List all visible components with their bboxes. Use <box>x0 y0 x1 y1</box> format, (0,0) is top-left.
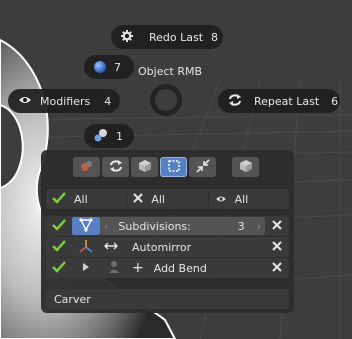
filter-label: All <box>74 192 88 206</box>
modifiers-button[interactable]: Modifiers 4 <box>8 89 120 113</box>
list-item: ‹ Subdivisions: 3 › <box>46 216 289 236</box>
repeat-last-count: 6 <box>331 94 339 108</box>
check-icon <box>52 191 66 207</box>
filter-remove-all[interactable]: All <box>126 192 207 206</box>
axis-modifier-button[interactable] <box>72 238 100 256</box>
subdivisions-field[interactable]: ‹ Subdivisions: 3 › <box>100 217 265 235</box>
refresh-tool-button[interactable] <box>102 157 129 177</box>
select-box-icon <box>167 159 181 176</box>
cube-icon <box>239 159 253 176</box>
eye-icon <box>18 95 32 108</box>
redo-last-button[interactable]: Redo Last 8 <box>111 25 223 49</box>
automirror-label: Automirror <box>132 240 192 254</box>
axis-icon <box>79 239 93 256</box>
subdivisions-value: 3 <box>237 219 245 233</box>
cube-tool-button[interactable] <box>131 157 158 177</box>
filter-visible-all[interactable]: All <box>207 192 289 206</box>
list-item: Automirror <box>46 237 289 257</box>
add-bend-field[interactable]: + Add Bend <box>128 259 265 277</box>
add-bend-label: Add Bend <box>153 261 207 275</box>
chevron-left-icon: ‹ <box>104 219 109 233</box>
filter-label: All <box>234 192 249 206</box>
subdivision-icon <box>79 217 93 235</box>
object-count: 7 <box>114 60 121 74</box>
redo-last-label: Redo Last <box>149 30 204 44</box>
remove-modifier-button[interactable] <box>265 261 289 275</box>
panel-toolbar <box>73 157 259 177</box>
spheres-button[interactable]: 1 <box>84 124 134 148</box>
apply-checkbox[interactable] <box>46 239 72 255</box>
remove-modifier-button[interactable] <box>265 240 289 254</box>
boolean-icon <box>80 159 94 176</box>
subdivisions-label: Subdivisions: <box>118 219 191 233</box>
x-icon <box>272 219 282 233</box>
carver-button[interactable]: Carver <box>46 289 289 309</box>
cube-display-button[interactable] <box>232 157 259 177</box>
gear-icon <box>121 29 133 45</box>
shrink-tool-button[interactable] <box>189 157 216 177</box>
select-box-tool-button[interactable] <box>160 157 187 177</box>
shrink-arrows-icon <box>195 158 210 176</box>
pie-center-label: Object RMB <box>138 65 203 78</box>
filter-row: All All All <box>46 189 289 209</box>
x-icon <box>272 261 282 275</box>
repeat-last-button[interactable]: Repeat Last 6 <box>218 89 340 113</box>
refresh-icon <box>109 159 123 175</box>
boolean-tool-button[interactable] <box>73 157 100 177</box>
plus-icon: + <box>132 260 144 276</box>
check-icon <box>52 239 66 255</box>
refresh-icon <box>228 93 242 109</box>
modifiers-label: Modifiers <box>40 94 91 108</box>
cube-icon <box>138 159 152 176</box>
expand-arrow-button[interactable] <box>72 259 100 277</box>
eye-icon <box>215 193 227 206</box>
automirror-field[interactable]: Automirror <box>100 238 265 256</box>
redo-last-count: 8 <box>211 30 219 44</box>
spheres-count: 1 <box>116 129 123 143</box>
list-item: + Add Bend <box>46 258 289 278</box>
modifiers-count: 4 <box>104 94 112 108</box>
play-arrow-icon <box>82 262 90 275</box>
modifier-list: ‹ Subdivisions: 3 › Automirror + Add Ben… <box>46 216 289 279</box>
subdivision-modifier-button[interactable] <box>72 217 100 235</box>
object-button[interactable]: 7 <box>84 55 134 79</box>
spheres-icon <box>94 128 108 145</box>
sphere-icon <box>94 61 106 73</box>
filter-apply-all[interactable]: All <box>46 191 126 207</box>
remove-modifier-button[interactable] <box>265 219 289 233</box>
carver-label: Carver <box>54 292 91 306</box>
check-icon <box>52 260 66 276</box>
mirror-arrows-icon <box>104 241 118 254</box>
person-icon <box>108 260 120 277</box>
bend-object-icon-box <box>100 259 128 277</box>
x-icon <box>272 240 282 254</box>
boolean-panel: All All All ‹ Subdivisions: 3 › Automirr… <box>41 150 294 313</box>
chevron-right-icon: › <box>256 219 261 233</box>
x-icon <box>133 192 144 206</box>
apply-checkbox[interactable] <box>46 218 72 234</box>
apply-checkbox[interactable] <box>46 260 72 276</box>
repeat-last-label: Repeat Last <box>254 94 320 108</box>
check-icon <box>52 218 66 234</box>
pie-center-ring <box>150 84 182 116</box>
filter-label: All <box>151 192 165 206</box>
